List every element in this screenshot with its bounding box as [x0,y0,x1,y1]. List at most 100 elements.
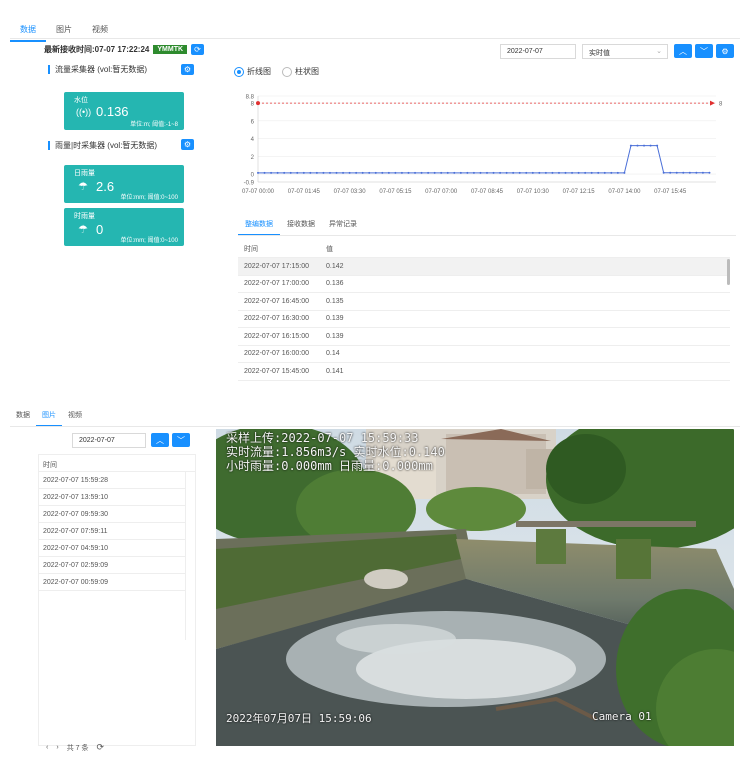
data-point [505,171,508,174]
row-value: 0.136 [326,280,344,288]
x-tick-label: 07-07 03:30 [334,189,367,195]
rain-settings-button[interactable]: ⚙ [181,139,194,150]
threshold-arrow [710,100,715,106]
next-page-icon[interactable]: › [56,744,58,751]
data-point [400,171,403,174]
y-tick-label: -0.9 [244,181,255,187]
station-code-badge: YMMTK [153,45,188,54]
list-item[interactable]: 2022-07-07 04:59:10 [39,540,185,557]
data-point [518,171,521,174]
tab-images[interactable]: 图片 [46,22,82,42]
x-tick-label: 07-07 10:30 [517,189,550,195]
refresh-icon[interactable]: ⟳ [96,742,104,753]
prev-page-icon[interactable]: ‹ [46,744,48,751]
data-point [440,171,443,174]
subtab-compiled[interactable]: 整编数据 [238,219,280,236]
data-point [695,171,698,174]
rain-cloud-icon: ☂ [78,181,88,193]
table-row[interactable]: 2022-07-07 17:15:00 0.142 [238,258,730,276]
row-value: 0.139 [326,315,344,323]
date-picker[interactable]: 2022-07-07 [500,44,576,59]
x-tick-label: 07-07 01:45 [288,189,321,195]
header-time: 时间 [244,246,258,253]
tab-data[interactable]: 数据 [10,22,46,42]
data-point [453,171,456,174]
tab-divider [10,426,740,427]
data-point [433,171,436,174]
list-item[interactable]: 2022-07-07 13:59:10 [39,489,185,506]
table-row[interactable]: 2022-07-07 16:30:00 0.139 [238,311,730,328]
tab-divider [10,38,740,39]
data-point [486,171,488,174]
data-point [296,171,299,174]
next-day-button[interactable]: ﹀ [172,433,190,447]
data-point [322,171,325,174]
x-tick-label: 07-07 07:00 [425,189,458,195]
table-scrollbar[interactable] [727,259,730,285]
tab-video[interactable]: 视频 [62,410,88,427]
camera-image[interactable]: 采样上传:2022-07-07 15:59:33 实时流量:1.856m3/s … [216,429,734,746]
data-point [499,171,502,174]
data-point [276,171,279,174]
data-point [302,171,305,174]
subtab-anomalies[interactable]: 异常记录 [322,219,364,236]
water-level-chart: 8.886420-0.907-07 00:00 07-07 01:45 07-07 … [242,95,723,196]
list-item[interactable]: 2022-07-07 09:59:30 [39,506,185,523]
data-point [328,171,331,174]
data-point [538,171,541,174]
data-point [636,144,639,147]
y-tick-label: 2 [251,155,255,161]
list-item[interactable]: 2022-07-07 15:59:28 [39,472,185,489]
previous-button[interactable]: ︿ [674,44,692,58]
osd-timestamp: 2022年07月07日 15:59:06 [226,712,372,725]
next-button[interactable]: ﹀ [695,44,713,58]
card-value: 2.6 [96,179,115,194]
tab-data[interactable]: 数据 [10,410,36,427]
table-row[interactable]: 2022-07-07 17:00:00 0.136 [238,276,730,293]
row-value: 0.141 [326,367,344,375]
card-label: 水位 [74,97,88,104]
y-tick-label: 8 [251,102,255,108]
tab-images[interactable]: 图片 [36,410,62,427]
list-scrollbar[interactable] [185,472,195,640]
y-tick-label: 6 [251,119,255,125]
total-count: 共 7 条 [66,744,89,752]
gear-icon: ⚙ [183,140,192,149]
chevron-up-icon: ︿ [156,435,164,445]
previous-day-button[interactable]: ︿ [151,433,169,447]
radio-line-chart[interactable]: 折线图 [234,66,271,77]
tab-video[interactable]: 视频 [82,22,118,42]
data-point [623,171,626,174]
image-date-picker[interactable]: 2022-07-07 [72,433,146,448]
mode-select[interactable]: 实时值 ⌄ [582,44,668,59]
refresh-icon: ⟳ [194,45,201,54]
subtab-received[interactable]: 接收数据 [280,219,322,236]
list-item[interactable]: 2022-07-07 07:59:11 [39,523,185,540]
data-point [407,171,410,174]
data-point [525,171,528,174]
refresh-button[interactable]: ⟳ [191,44,204,55]
flow-settings-button[interactable]: ⚙ [181,64,194,75]
data-point [459,171,462,174]
data-subtabs: 整编数据 接收数据 异常记录 [238,219,364,236]
rain-section-title: 雨量|时采集器 (vol:暂无数据) [48,140,157,151]
data-point [643,144,646,147]
list-item[interactable]: 2022-07-07 00:59:09 [39,574,185,591]
card-value: 0 [96,222,104,237]
table-row[interactable]: 2022-07-07 16:15:00 0.139 [238,328,730,346]
data-point [361,171,364,174]
rain-cloud-icon: ☂ [78,224,88,236]
table-row[interactable]: 2022-07-07 16:00:00 0.14 [238,346,730,363]
chart-settings-button[interactable]: ⚙ [716,44,734,58]
list-item[interactable]: 2022-07-07 02:59:09 [39,557,185,574]
table-row[interactable]: 2022-07-07 16:45:00 0.135 [238,293,730,311]
data-point [669,171,672,174]
data-point [374,171,377,174]
data-point [649,144,652,147]
table-row[interactable]: 2022-07-07 15:45:00 0.141 [238,363,730,381]
rain-section-label: 雨量|时采集器 (vol:暂无数据) [55,141,158,150]
data-point [571,171,574,174]
data-point [584,171,587,174]
radio-bar-chart[interactable]: 柱状图 [282,66,319,77]
data-point [564,171,567,174]
